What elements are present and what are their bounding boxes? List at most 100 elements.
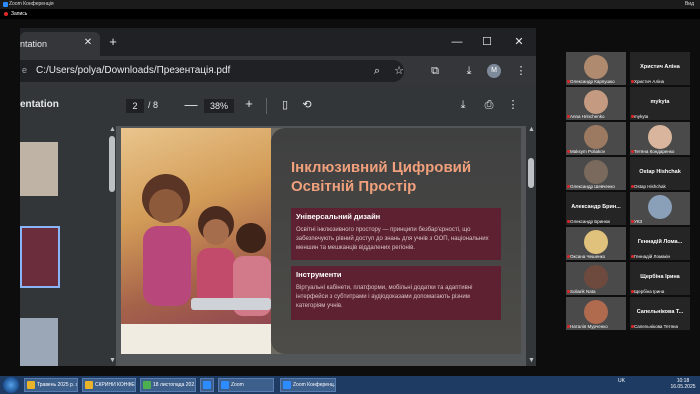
participant-tile[interactable]: УКЗ (630, 192, 690, 225)
participant-tile[interactable]: Геннадій Лома... Геннадій Ломакін (630, 227, 690, 260)
thumbnail-page-2[interactable] (20, 226, 60, 288)
taskbar-item[interactable]: Травень 2025 р. з... (24, 378, 78, 392)
pdf-viewer: ▲ ▼ Інклюзивний Цифровий Освітній Прості… (20, 126, 536, 366)
language-indicator[interactable]: UK (618, 378, 625, 384)
tab-presentation[interactable]: ntation ✕ (20, 32, 100, 56)
pdf-title: entation (20, 99, 59, 110)
url-text[interactable]: C:/Users/polya/Downloads/Презентація.pdf (36, 65, 230, 76)
taskbar-app-icon (283, 381, 291, 389)
taskbar: UK 10:18 16.05.2025 Травень 2025 р. з...… (0, 376, 700, 394)
zoom-title-bar: Zoom Конференція Вид (0, 0, 700, 9)
start-button[interactable] (3, 377, 19, 393)
system-clock[interactable]: 10:18 16.05.2025 (670, 378, 696, 390)
taskbar-item[interactable]: 18 листопада 202... (140, 378, 196, 392)
participant-display-name: Христич Аліна (640, 64, 680, 70)
page-total: / 8 (148, 100, 159, 110)
zoom-lens-icon[interactable]: ⌕ (370, 64, 384, 78)
participant-video (584, 265, 608, 289)
extensions-icon[interactable]: ⧉ (428, 64, 442, 78)
participant-tile[interactable]: Maksym Poliakov (566, 122, 626, 155)
participant-tile[interactable]: Сапельнікова Т... Сапельнікова Тетяна (630, 297, 690, 330)
participant-name: Ostap Hishchak (634, 184, 666, 189)
taskbar-app-icon (203, 381, 211, 389)
thumbnail-page-3[interactable] (20, 318, 58, 366)
taskbar-item[interactable]: Zoom Конференц... (280, 378, 336, 392)
participant-name: Сапельнікова Тетяна (634, 324, 678, 329)
participant-tile[interactable]: Ostap Hishchak Ostap Hishchak (630, 157, 690, 190)
desktop: Zoom Конференція Вид Запись ntation ✕ + … (0, 0, 700, 394)
taskbar-item[interactable]: Zoom (218, 378, 274, 392)
fit-page-icon[interactable]: ▯ (278, 98, 292, 112)
participant-tile[interactable]: Наталія Мурченко (566, 297, 626, 330)
recording-dot-icon (4, 12, 8, 16)
tab-title: ntation (20, 39, 48, 49)
participant-video (584, 160, 608, 184)
scroll-up-icon[interactable]: ▲ (528, 126, 535, 133)
zoom-view-button[interactable]: Вид (685, 1, 694, 7)
participant-tile[interactable]: Александр Брин... Олександр Бринюк (566, 192, 626, 225)
downloads-icon[interactable]: ⤓ (462, 64, 476, 78)
taskbar-app-icon (143, 381, 151, 389)
thumbnail-page-1[interactable] (20, 142, 58, 196)
scroll-up-icon[interactable]: ▲ (109, 126, 116, 133)
participant-tile[interactable]: Anna Hrinchenko (566, 87, 626, 120)
taskbar-app-icon (27, 381, 35, 389)
participant-tile[interactable]: mykyta mykyta (630, 87, 690, 120)
thumbnail-scrollbar[interactable]: ▲ ▼ (108, 126, 116, 366)
participant-tile[interactable]: Щербіна Ірина Щербіна Ірина (630, 262, 690, 295)
participant-tile[interactable]: Soliarik Nata (566, 262, 626, 295)
participant-video (584, 55, 608, 79)
participant-name: Христич Аліна (634, 79, 665, 84)
rotate-icon[interactable]: ⟲ (300, 98, 314, 112)
participant-display-name: Геннадій Лома... (637, 239, 683, 245)
zoom-out-button[interactable]: — (184, 97, 198, 113)
new-tab-button[interactable]: + (106, 35, 120, 49)
participant-tile[interactable]: Оксана Чешенко (566, 227, 626, 260)
bookmark-star-icon[interactable]: ☆ (392, 64, 406, 78)
participant-name: Щербіна Ірина (634, 289, 665, 294)
profile-avatar[interactable]: M (487, 64, 501, 78)
tab-close-icon[interactable]: ✕ (82, 37, 94, 49)
maximize-button[interactable]: ☐ (480, 35, 494, 49)
taskbar-item[interactable]: СКРИНИ КОНФЕР... (82, 378, 136, 392)
close-window-button[interactable]: ✕ (512, 35, 526, 49)
zoom-level-input[interactable]: 38% (204, 99, 234, 113)
document-scrollbar[interactable]: ▲ ▼ (526, 126, 536, 366)
print-icon[interactable]: ⎙ (482, 98, 496, 112)
page-number-input[interactable]: 2 (126, 99, 144, 113)
participant-tile[interactable]: Тетяна Кондаренко (630, 122, 690, 155)
taskbar-item-label: Травень 2025 р. з... (37, 382, 78, 388)
participant-name: Оксана Чешенко (570, 254, 606, 259)
children-with-laptops-image (121, 128, 271, 354)
participant-video (648, 195, 672, 219)
zoom-in-button[interactable]: + (242, 96, 256, 112)
participant-video (584, 300, 608, 324)
download-icon[interactable]: ⤓ (456, 98, 470, 112)
card-universal-design: Універсальний дизайн Освітні інклюзивног… (291, 208, 501, 260)
pdf-menu-icon[interactable]: ⋮ (506, 98, 520, 112)
thumbnail-scroll-handle[interactable] (109, 136, 115, 192)
participant-name: Наталія Мурченко (570, 324, 608, 329)
participant-tile[interactable]: Олександр Шевченко (566, 157, 626, 190)
participant-tile[interactable]: Олександр Карпушко (566, 52, 626, 85)
browser-window: ntation ✕ + — ☐ ✕ e C:/Users/polya/Downl… (20, 28, 536, 366)
participant-name: Anna Hrinchenko (570, 114, 605, 119)
card-body: Освітні інклюзивного простору — принципи… (296, 227, 489, 251)
scroll-down-icon[interactable]: ▼ (109, 357, 116, 364)
tab-strip: ntation ✕ + — ☐ ✕ (20, 28, 536, 56)
pdf-toolbar: entation 2 / 8 — 38% + ▯ ⟲ ⤓ ⎙ ⋮ (20, 86, 536, 126)
recording-label[interactable]: Запись (11, 11, 27, 17)
participant-name: Геннадій Ломакін (634, 254, 671, 259)
participant-tile[interactable]: Христич Аліна Христич Аліна (630, 52, 690, 85)
participants-gallery: Олександр Карпушко Христич Аліна Христич А… (566, 52, 694, 334)
browser-menu-icon[interactable]: ⋮ (514, 64, 528, 78)
taskbar-item[interactable] (200, 378, 214, 392)
scroll-down-icon[interactable]: ▼ (528, 357, 535, 364)
minimize-button[interactable]: — (450, 35, 464, 49)
address-bar[interactable]: e C:/Users/polya/Downloads/Презентація.p… (20, 60, 404, 82)
toolbar-divider (266, 98, 267, 114)
participant-display-name: Сапельнікова Т... (636, 309, 684, 315)
participant-display-name: mykyta (650, 99, 670, 105)
address-bar-row: e C:/Users/polya/Downloads/Презентація.p… (20, 56, 536, 86)
document-scroll-handle[interactable] (528, 158, 534, 188)
